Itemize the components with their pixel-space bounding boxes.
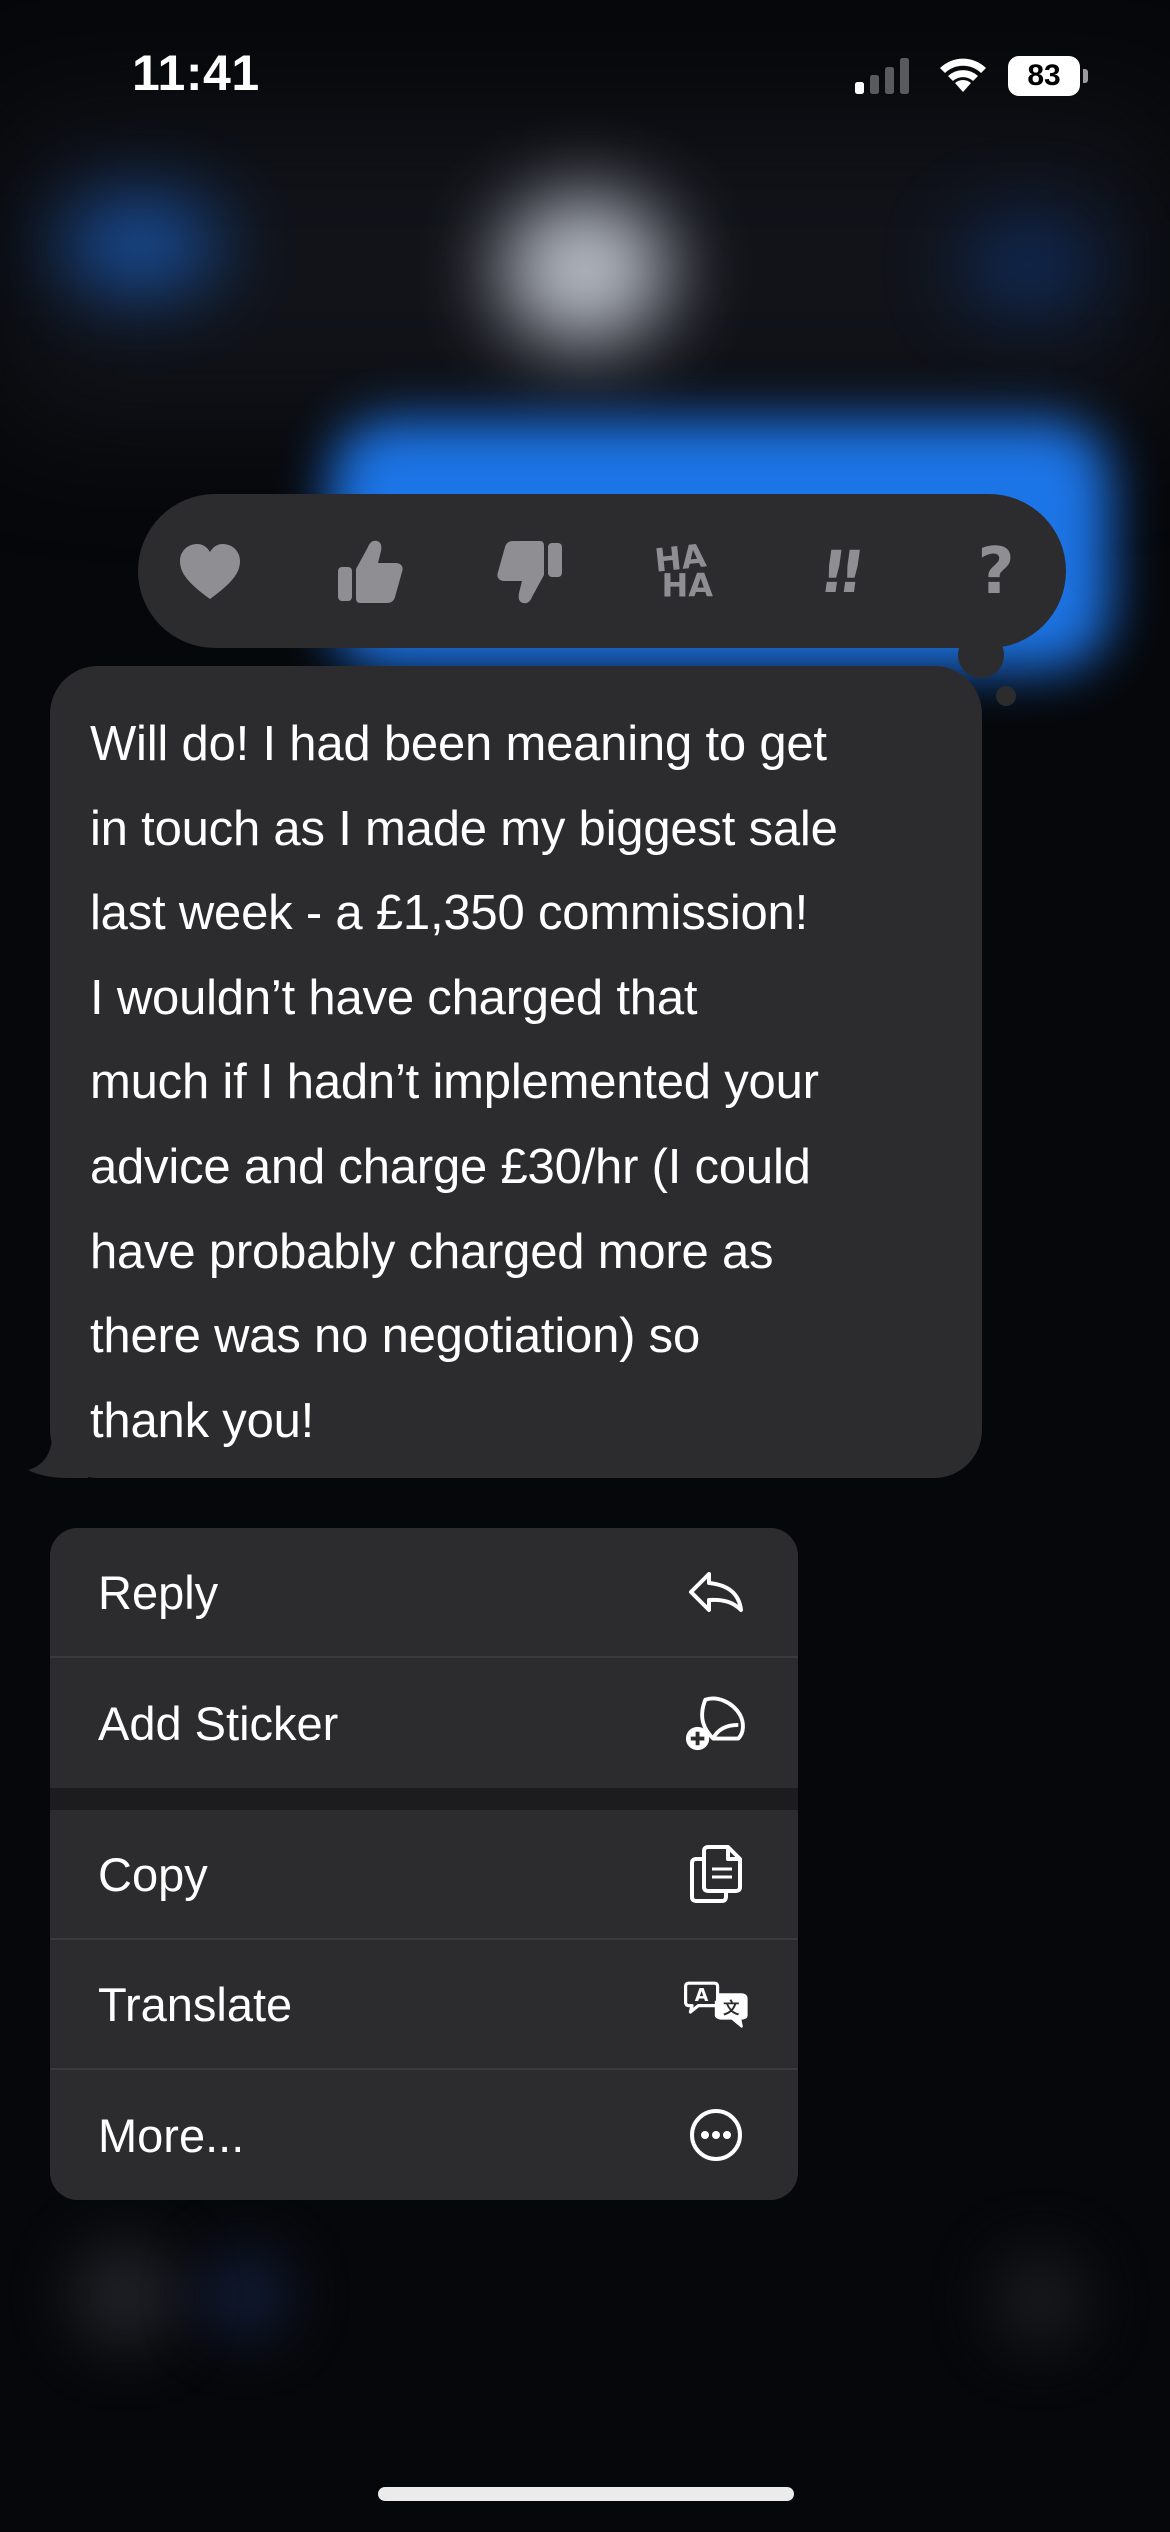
menu-item-label: Reply xyxy=(98,1565,219,1619)
blurred-mic-button xyxy=(990,2250,1090,2350)
heart-icon xyxy=(180,544,240,599)
menu-item-copy[interactable]: Copy xyxy=(50,1810,798,1940)
menu-item-label: Add Sticker xyxy=(98,1696,339,1750)
status-bar: 11:41 83 xyxy=(0,0,1170,150)
tapback-thumbs-up-button[interactable] xyxy=(322,524,418,620)
tapback-emphasize-button[interactable]: !! xyxy=(790,524,886,620)
status-time: 11:41 xyxy=(132,45,260,101)
blurred-back-button xyxy=(60,200,220,290)
blurred-contact-avatar xyxy=(500,195,670,345)
menu-item-reply[interactable]: Reply xyxy=(50,1528,798,1658)
copy-icon xyxy=(684,1842,748,1906)
ellipsis-circle-icon xyxy=(684,2103,748,2167)
tapback-bar xyxy=(138,494,1066,648)
message-text: Will do! I had been meaning to get in to… xyxy=(90,717,838,1448)
wifi-icon xyxy=(940,58,986,92)
menu-item-add-sticker[interactable]: Add Sticker xyxy=(50,1658,798,1788)
context-menu: Reply Add Sticker Copy Translate A 文 Mor… xyxy=(50,1528,798,2200)
thumbs-down-icon xyxy=(497,541,562,604)
haha-icon: HA HA xyxy=(653,536,713,604)
question-mark-icon: ? xyxy=(977,535,1015,609)
battery-indicator: 83 xyxy=(1008,56,1088,96)
menu-item-more[interactable]: More... xyxy=(50,2070,798,2200)
translate-icon: A 文 xyxy=(684,1972,748,2036)
menu-item-label: Translate xyxy=(98,1977,293,2031)
svg-text:A: A xyxy=(695,1986,709,2006)
tapback-haha-button[interactable]: HA HA xyxy=(634,524,730,620)
exclamation-icon: !! xyxy=(814,538,862,606)
svg-text:文: 文 xyxy=(723,1999,740,2018)
screen: 11:41 83 HA HA !! ? Will do! I had been … xyxy=(0,0,1170,2532)
haha-line-2: HA xyxy=(661,566,714,605)
tapback-question-button[interactable]: ? xyxy=(948,524,1044,620)
blurred-video-button xyxy=(960,220,1100,310)
menu-group-separator xyxy=(50,1788,798,1810)
tapback-tail-dot xyxy=(996,686,1016,706)
reply-arrow-icon xyxy=(684,1560,748,1624)
battery-tip xyxy=(1083,69,1088,83)
tapback-tail xyxy=(958,632,1004,678)
tapback-heart-button[interactable] xyxy=(162,524,258,620)
blurred-app-icon xyxy=(200,2250,290,2340)
menu-item-translate[interactable]: Translate A 文 xyxy=(50,1940,798,2070)
tapback-thumbs-down-button[interactable] xyxy=(482,524,578,620)
cellular-signal-icon xyxy=(855,58,909,94)
blurred-plus-button xyxy=(70,2240,180,2350)
home-indicator[interactable] xyxy=(378,2487,794,2501)
sticker-icon xyxy=(684,1691,748,1755)
battery-level: 83 xyxy=(1008,56,1080,96)
thumbs-up-icon xyxy=(338,540,403,603)
menu-item-label: Copy xyxy=(98,1847,208,1901)
menu-item-label: More... xyxy=(98,2108,245,2162)
message-bubble[interactable]: Will do! I had been meaning to get in to… xyxy=(50,666,982,1478)
